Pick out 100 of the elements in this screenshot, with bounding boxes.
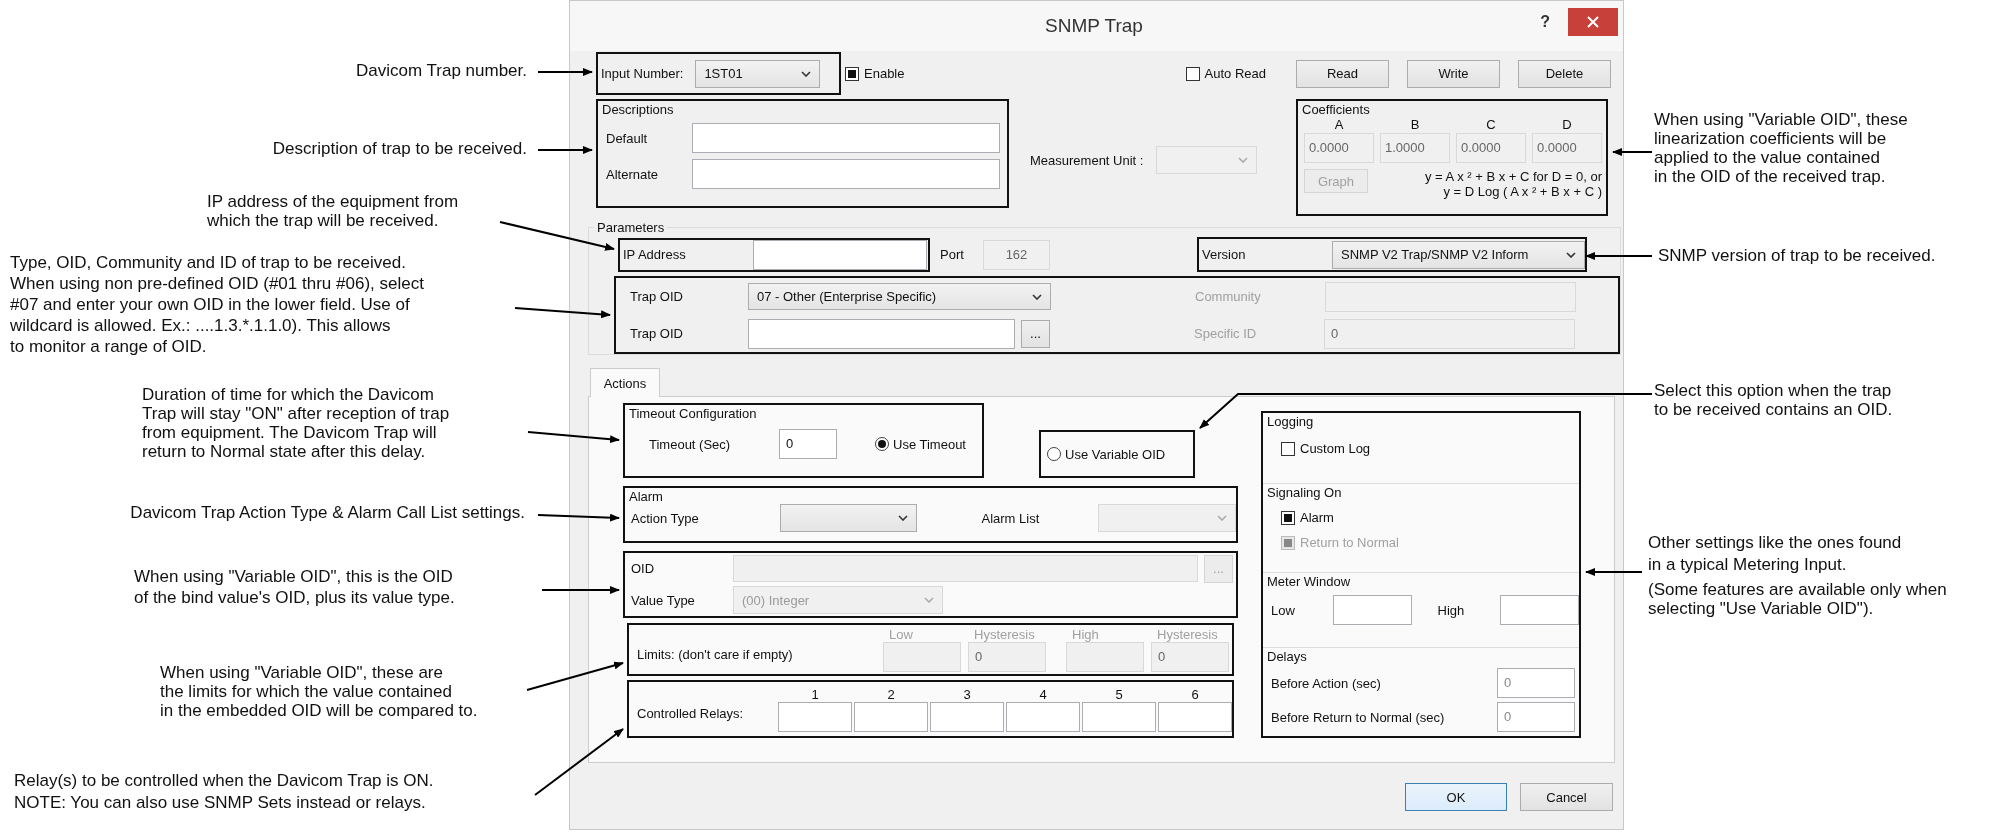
callout-text: Description of trap to be received. [272, 139, 527, 158]
checkbox[interactable] [845, 66, 859, 81]
chevron-icon [1217, 515, 1227, 521]
column-label: 2 [887, 686, 895, 702]
dropdown[interactable]: 1ST01 [695, 59, 821, 88]
field-label: Alternate [606, 166, 660, 182]
field-label: Before Action (sec) [1271, 675, 1381, 691]
group-title: Signaling On [1266, 484, 1343, 500]
close-icon [1587, 16, 1599, 28]
group-title: Parameters [596, 220, 666, 235]
field-label: Action Type [631, 510, 700, 526]
chevron-icon [801, 70, 812, 77]
dropdown[interactable]: SNMP V2 Trap/SNMP V2 Inform [1332, 240, 1585, 269]
window-title: SNMP Trap [1045, 15, 1143, 37]
radio-button[interactable] [1047, 447, 1061, 461]
group-title: Meter Window [1266, 573, 1352, 589]
dialog-button[interactable]: OK [1405, 783, 1507, 811]
group-title: Logging [1266, 413, 1315, 429]
callout-text: When using "Variable OID", these linearization coefficients will be applied to the value contained in the OID of the received trap. [1654, 110, 1908, 186]
dropdown[interactable] [779, 504, 918, 532]
group-title: Coefficients [1301, 101, 1371, 117]
column-label: 5 [1115, 686, 1123, 702]
checkbox[interactable] [1281, 510, 1295, 525]
callout-text: When using "Variable OID", these are the limits for which the value contained in the embedded OID will be compared to. [160, 663, 478, 720]
text-field[interactable] [1332, 595, 1412, 625]
text-field[interactable] [854, 701, 928, 732]
column-label: High [1071, 627, 1100, 642]
group-title: Descriptions [601, 101, 675, 117]
callout-arrow [1612, 148, 1653, 156]
field-label: Port [940, 247, 965, 262]
text-field[interactable] [1082, 701, 1156, 732]
checkbox[interactable] [1281, 441, 1295, 456]
field-label: Trap OID [630, 326, 684, 341]
action-button[interactable]: Write [1407, 59, 1500, 88]
checkbox-label: Enable [864, 66, 905, 81]
text-field[interactable] [930, 701, 1004, 732]
radio-button[interactable] [875, 437, 889, 451]
checkbox-label: Auto Read [1204, 66, 1266, 81]
group-title: Delays [1266, 648, 1308, 664]
field-label: Value Type [631, 592, 696, 608]
field-label: Before Return to Normal (sec) [1271, 709, 1445, 725]
text-field[interactable]: 0 [779, 429, 837, 459]
text-field[interactable] [1158, 701, 1232, 732]
text-field[interactable] [778, 701, 852, 732]
group-title: Alarm [628, 488, 664, 504]
text-field[interactable] [692, 123, 1000, 153]
column-label: 6 [1191, 686, 1199, 702]
column-label: Hysteresis [1156, 627, 1219, 642]
field-label: Controlled Relays: [637, 705, 745, 721]
field-label: Alarm List [981, 510, 1041, 526]
text-field[interactable] [1006, 701, 1080, 732]
column-label: C [1486, 117, 1496, 133]
field-label: Input Number: [601, 66, 684, 81]
callout-arrow [1585, 252, 1653, 260]
callout-text: Type, OID, Community and ID of trap to be received. When using non pre-defined OID (#01 thru #06), select #07 and enter your own OID in the lower field. Use of wildcard is allowed. Ex.: ....1.3.*.1.1.0). This allows to monitor a range of OID. [10, 252, 424, 357]
text-field[interactable]: 0 [1497, 668, 1575, 698]
column-label: B [1410, 117, 1420, 133]
column-label: 4 [1039, 686, 1047, 702]
action-button[interactable]: Delete [1518, 59, 1611, 88]
text-field[interactable] [753, 239, 927, 270]
checkbox[interactable] [1185, 66, 1200, 81]
text-field[interactable] [748, 318, 1015, 349]
field-label: Trap OID [630, 289, 684, 304]
field-label: Measurement Unit : [1030, 152, 1144, 168]
help-button[interactable]: ? [1536, 8, 1554, 36]
field-label: Version [1202, 247, 1247, 262]
callout-text: Davicom Trap Action Type & Alarm Call List settings. [130, 503, 525, 522]
text-field[interactable] [692, 159, 1000, 189]
callout-text: Duration of time for which the Davicom Trap will stay "ON" after reception of trap from equipment. The Davicom Trap will return to Normal state after this delay. [142, 385, 450, 461]
action-button[interactable]: Read [1296, 59, 1389, 88]
close-button[interactable] [1568, 8, 1618, 36]
dialog-button[interactable]: Cancel [1520, 783, 1613, 811]
checkbox-label: Alarm [1300, 510, 1334, 525]
chevron-icon [1238, 157, 1249, 163]
text-field[interactable] [1500, 595, 1579, 625]
column-label: 1 [811, 686, 819, 702]
field-label: Low [1271, 602, 1296, 618]
field-label: OID [631, 561, 656, 577]
field-label: IP Address [623, 247, 687, 262]
callout-text: (Some features are available only when selecting "Use Variable OID"). [1648, 580, 1947, 618]
field-label: Timeout (Sec) [649, 436, 732, 452]
radio-label: Use Timeout [893, 436, 966, 452]
column-label: Low [888, 627, 914, 642]
chevron-icon [924, 597, 934, 604]
formula-text: y = A x ² + B x + C for D = 0, or y = D Log ( A x ² + B x + C ) [1424, 169, 1602, 199]
text-field[interactable]: 0 [1497, 702, 1575, 732]
browse-button[interactable]: ... [1021, 319, 1050, 348]
callout-text: SNMP version of trap to be received. [1658, 246, 1936, 265]
chevron-icon [898, 515, 909, 521]
chevron-icon [1032, 293, 1042, 300]
field-label: Community [1195, 289, 1262, 304]
column-label: D [1562, 117, 1572, 133]
tab[interactable]: Actions [590, 368, 660, 397]
field-label: High [1437, 602, 1466, 618]
radio-label: Use Variable OID [1065, 446, 1166, 462]
dropdown[interactable]: 07 - Other (Enterprise Specific) [748, 283, 1051, 310]
chevron-icon [1566, 251, 1576, 258]
callout-text: Select this option when the trap to be received contains an OID. [1654, 381, 1893, 419]
callout-text: Other settings like the ones found in a typical Metering Input. [1648, 532, 1903, 576]
field-label: Limits: (don't care if empty) [637, 647, 794, 662]
